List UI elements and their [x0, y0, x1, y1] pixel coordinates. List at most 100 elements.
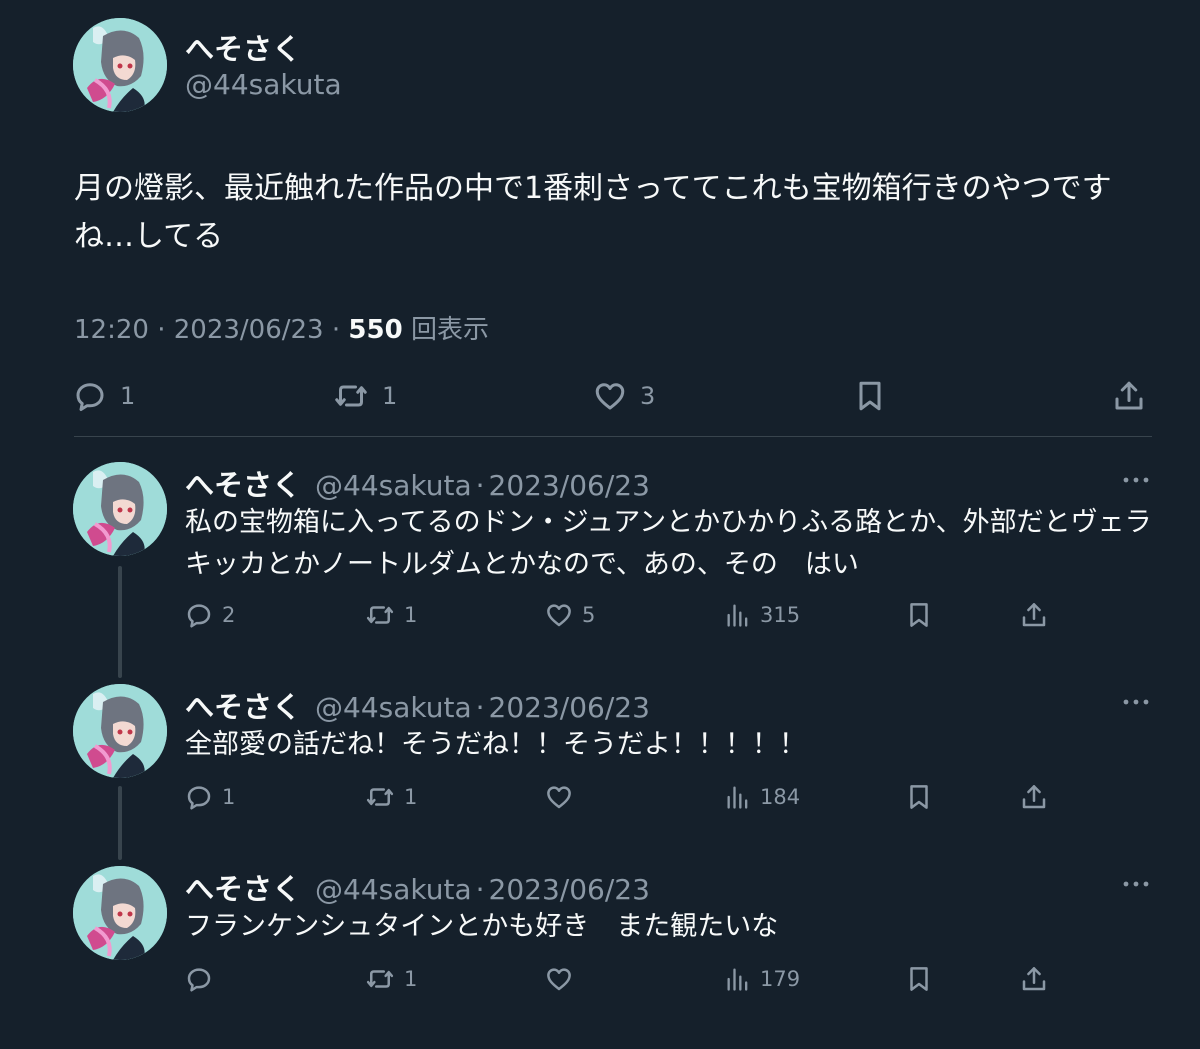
- heart-icon: [595, 383, 625, 410]
- share-button[interactable]: [1111, 378, 1147, 414]
- retweet-button[interactable]: 1: [364, 782, 417, 812]
- like-count: 5: [582, 603, 596, 627]
- bookmark-icon: [910, 603, 928, 627]
- bookmark-button[interactable]: [904, 964, 934, 994]
- views-button[interactable]: 184: [724, 782, 800, 812]
- like-button[interactable]: 3: [592, 378, 655, 414]
- heart-icon: [547, 604, 571, 627]
- more-button[interactable]: [1118, 692, 1154, 712]
- avatar-image: [73, 866, 167, 960]
- reply-icon: [76, 383, 104, 411]
- reply-count: 2: [222, 603, 236, 627]
- avatar[interactable]: [73, 18, 167, 112]
- retweet-button[interactable]: 1: [364, 964, 417, 994]
- bookmark-icon: [859, 381, 881, 411]
- tweet-text: フランケンシュタインとかも好き また観たいな: [185, 911, 779, 942]
- retweet-count: 1: [404, 603, 418, 627]
- display-name[interactable]: へそさく: [185, 866, 301, 908]
- display-name[interactable]: へそさく: [185, 462, 301, 504]
- like-button[interactable]: 5: [544, 600, 595, 630]
- display-name[interactable]: へそさく: [185, 26, 301, 68]
- meta-separator: ·: [475, 469, 485, 502]
- avatar[interactable]: [73, 462, 167, 556]
- share-icon: [1115, 381, 1143, 410]
- retweet-icon: [366, 606, 394, 624]
- tweet-thread-page: へそさく @44sakuta 月の燈影、最近触れた作品の中で1番刺さっててこれも…: [0, 0, 1200, 1049]
- reply-count: 1: [222, 785, 236, 809]
- reply-button[interactable]: [184, 964, 222, 994]
- tweet-actions: 2 1 5 315: [0, 598, 1200, 638]
- like-button[interactable]: [544, 782, 582, 812]
- avatar-image: [73, 684, 167, 778]
- share-button[interactable]: [1019, 964, 1049, 994]
- views-count: 179: [760, 967, 801, 991]
- more-icon: [1123, 699, 1149, 705]
- views-button[interactable]: 315: [724, 600, 800, 630]
- bookmark-icon: [910, 967, 928, 991]
- reply-count: 1: [120, 382, 136, 410]
- avatar[interactable]: [73, 684, 167, 778]
- meta-separator: ·: [475, 873, 485, 906]
- views-count: 184: [760, 785, 801, 809]
- retweet-icon: [366, 788, 394, 806]
- retweet-icon: [335, 385, 367, 407]
- retweet-button[interactable]: 1: [332, 378, 397, 414]
- heart-icon: [547, 968, 571, 991]
- heart-icon: [547, 786, 571, 809]
- tweet-text: 月の燈影、最近触れた作品の中で1番刺さっててこれも宝物箱行きのやつですね…してる: [74, 171, 1112, 254]
- more-icon: [1123, 881, 1149, 887]
- bookmark-button[interactable]: [904, 782, 934, 812]
- more-button[interactable]: [1118, 874, 1154, 894]
- tweet-text: 全部愛の話だね！そうだね！！そうだよ！！！！！: [185, 729, 806, 760]
- views-count[interactable]: 550: [348, 315, 402, 345]
- tweet-date[interactable]: 2023/06/23: [174, 315, 324, 345]
- retweet-count: 1: [382, 382, 398, 410]
- reply-button[interactable]: 2: [184, 600, 235, 630]
- reply-icon: [187, 786, 211, 810]
- meta-separator: ·: [475, 691, 485, 724]
- views-button[interactable]: 179: [724, 964, 800, 994]
- display-name[interactable]: へそさく: [185, 684, 301, 726]
- tweet-meta: 12:20 · 2023/06/23 · 550 回表示: [74, 309, 489, 346]
- tweet-date[interactable]: 2023/06/23: [489, 873, 650, 906]
- user-handle[interactable]: @44sakuta: [315, 873, 472, 906]
- retweet-count: 1: [404, 785, 418, 809]
- share-icon: [1022, 785, 1046, 809]
- reply-button[interactable]: 1: [184, 782, 235, 812]
- views-icon: [727, 786, 748, 809]
- share-button[interactable]: [1019, 600, 1049, 630]
- share-button[interactable]: [1019, 782, 1049, 812]
- views-count: 315: [760, 603, 801, 627]
- tweet-actions: 1 1 3: [0, 370, 1200, 422]
- user-handle[interactable]: @44sakuta: [315, 469, 472, 502]
- more-button[interactable]: [1118, 470, 1154, 490]
- views-icon: [727, 604, 748, 627]
- avatar[interactable]: [73, 866, 167, 960]
- like-button[interactable]: [544, 964, 582, 994]
- bookmark-button[interactable]: [904, 600, 934, 630]
- avatar-image: [73, 462, 167, 556]
- bookmark-icon: [910, 785, 928, 809]
- bookmark-button[interactable]: [852, 378, 888, 414]
- reply-header: へそさく @44sakuta · 2023/06/23: [185, 684, 650, 726]
- tweet-date[interactable]: 2023/06/23: [489, 691, 650, 724]
- tweet-date[interactable]: 2023/06/23: [489, 469, 650, 502]
- tweet-actions: 1 179: [0, 962, 1200, 1002]
- meta-separator: ·: [157, 315, 174, 345]
- divider: [74, 436, 1152, 437]
- avatar-image: [73, 18, 167, 112]
- tweet-text: 私の宝物箱に入ってるのドン・ジュアンとかひかりふる路とか、外部だとヴェラキッカと…: [185, 507, 1152, 580]
- reply-icon: [187, 968, 211, 992]
- retweet-icon: [366, 970, 394, 988]
- like-count: 3: [640, 382, 656, 410]
- more-icon: [1123, 477, 1149, 483]
- reply-header: へそさく @44sakuta · 2023/06/23: [185, 462, 650, 504]
- views-label: 回表示: [410, 315, 489, 345]
- retweet-button[interactable]: 1: [364, 600, 417, 630]
- views-icon: [727, 968, 748, 991]
- retweet-count: 1: [404, 967, 418, 991]
- tweet-time[interactable]: 12:20: [74, 315, 149, 345]
- user-handle[interactable]: @44sakuta: [185, 68, 342, 101]
- reply-button[interactable]: 1: [72, 378, 135, 414]
- user-handle[interactable]: @44sakuta: [315, 691, 472, 724]
